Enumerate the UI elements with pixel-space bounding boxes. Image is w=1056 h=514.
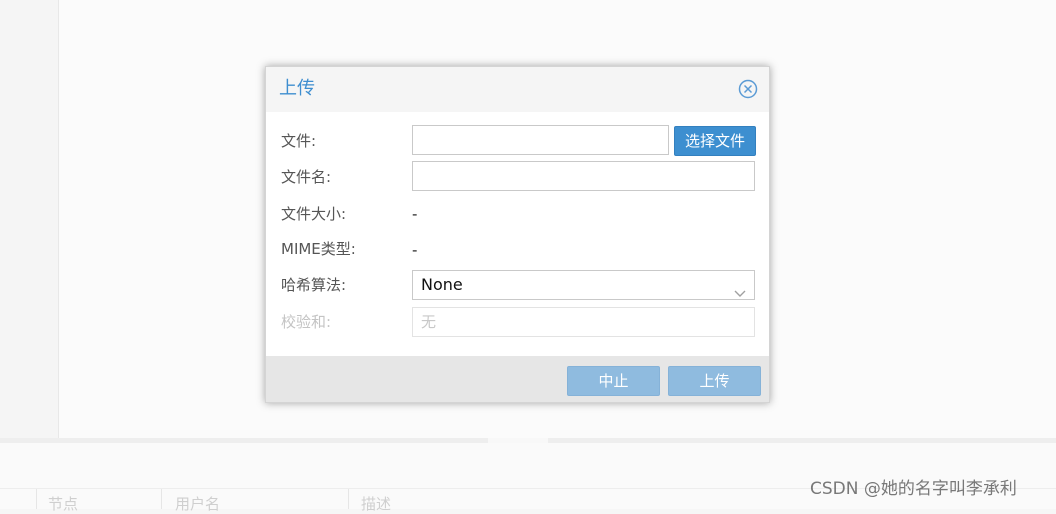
column-header-node[interactable]: 节点: [48, 494, 78, 514]
column-divider: [161, 489, 162, 509]
mime-type-value: -: [412, 241, 418, 259]
filename-label: 文件名:: [281, 168, 332, 186]
background-sidebar: [0, 0, 59, 438]
checksum-placeholder: 无: [421, 313, 437, 331]
choose-file-button[interactable]: 选择文件: [674, 126, 756, 156]
column-divider: [348, 489, 349, 509]
upload-dialog: 上传 文件: 选择文件 文件名: 文件大小: - MIME类型: - 哈希算法:…: [265, 66, 770, 403]
column-divider: [36, 489, 37, 509]
filename-input[interactable]: [412, 161, 755, 191]
dialog-header: 上传: [266, 67, 769, 112]
upload-button[interactable]: 上传: [668, 366, 761, 396]
chevron-down-icon[interactable]: [734, 279, 746, 297]
hash-algorithm-label: 哈希算法:: [281, 276, 347, 294]
column-header-description[interactable]: 描述: [361, 494, 391, 514]
hash-algorithm-select[interactable]: None: [412, 270, 755, 300]
filesize-value: -: [412, 205, 418, 223]
close-icon[interactable]: [738, 79, 758, 99]
dialog-footer: 中止 上传: [266, 356, 769, 402]
filesize-label: 文件大小:: [281, 205, 347, 223]
abort-button[interactable]: 中止: [567, 366, 660, 396]
checksum-label: 校验和:: [281, 313, 332, 331]
hash-algorithm-selected-value: None: [421, 275, 463, 294]
watermark-text: CSDN @她的名字叫李承利: [810, 479, 1017, 499]
file-input[interactable]: [412, 125, 669, 155]
dialog-title: 上传: [279, 78, 315, 99]
mime-type-label: MIME类型:: [281, 240, 356, 258]
column-header-username[interactable]: 用户名: [175, 494, 220, 514]
file-label: 文件:: [281, 132, 317, 150]
checksum-input: 无: [412, 307, 755, 337]
